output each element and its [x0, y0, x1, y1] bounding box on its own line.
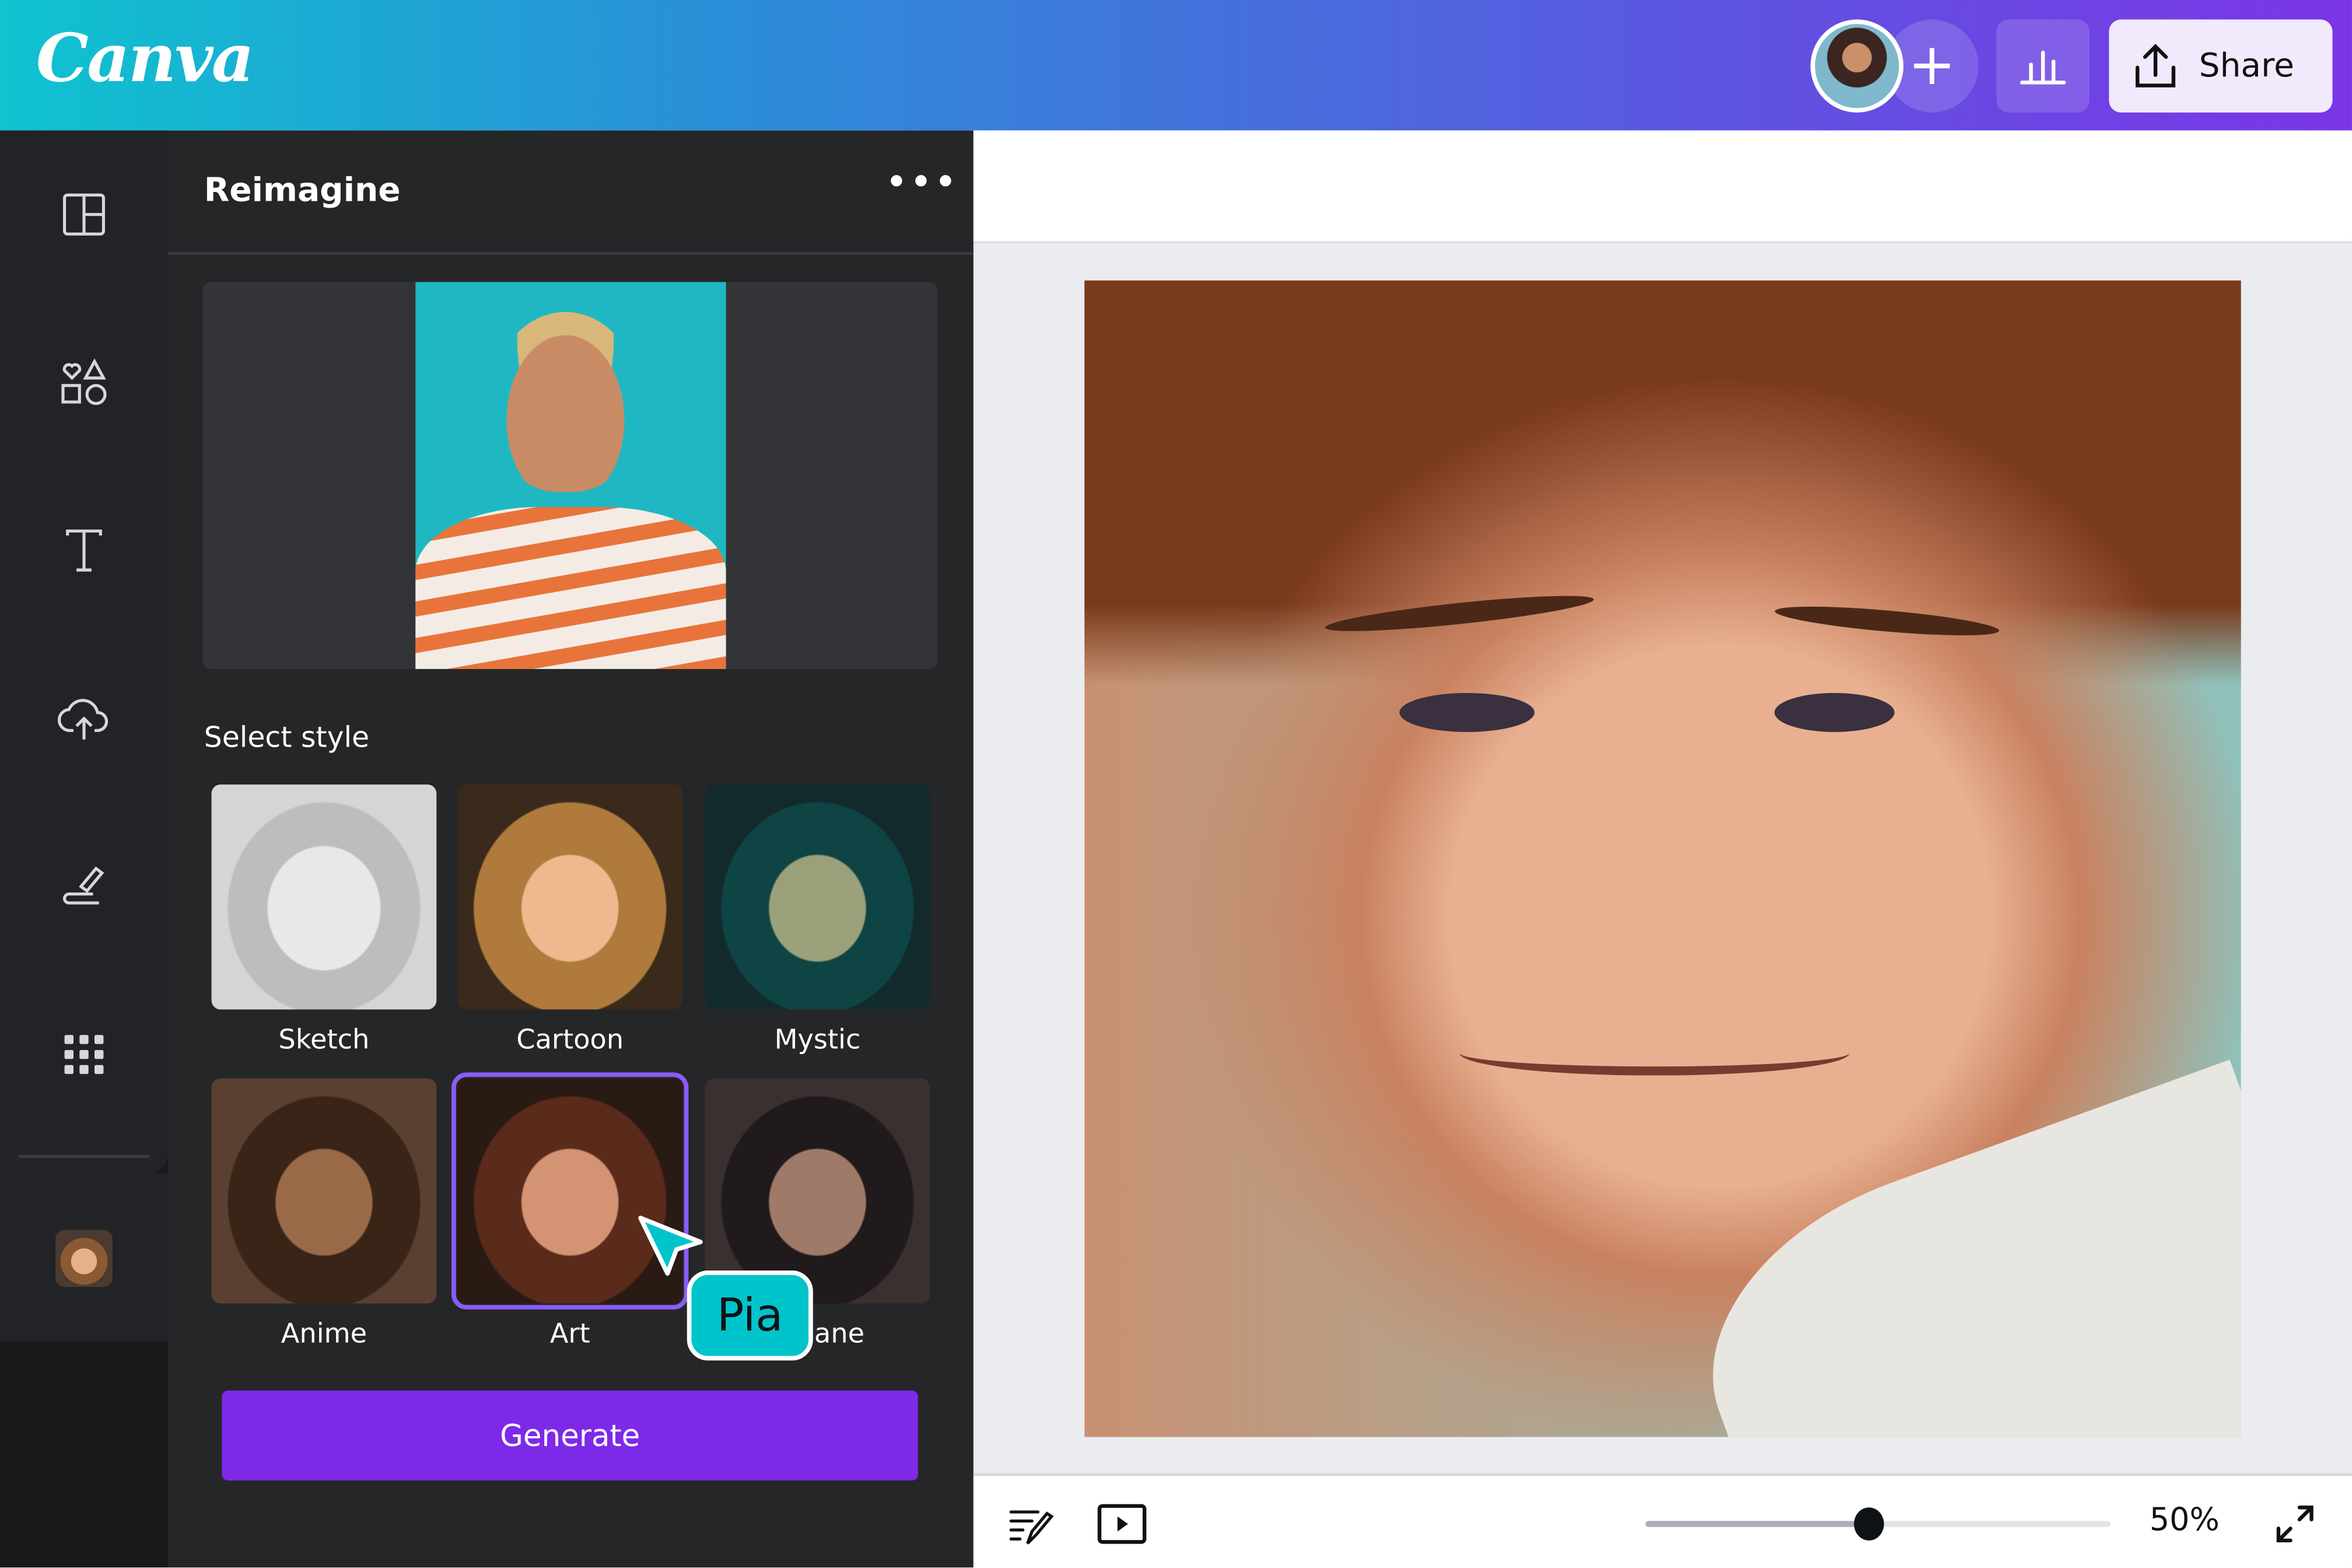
top-bar: Canva + Share	[0, 0, 2352, 131]
more-options-button[interactable]: •••	[885, 160, 958, 205]
text-icon[interactable]	[54, 520, 114, 580]
canvas-area: 50%	[973, 130, 2352, 1568]
style-thumbnail	[211, 1078, 437, 1304]
style-thumbnail	[705, 784, 930, 1010]
fullscreen-icon[interactable]	[2273, 1502, 2318, 1546]
plus-icon: +	[1908, 31, 1956, 98]
style-option-anime[interactable]: Anime	[211, 1078, 437, 1350]
source-photo	[415, 282, 726, 669]
apps-icon[interactable]	[54, 1024, 114, 1084]
collaborator-cursor-icon	[638, 1216, 703, 1276]
share-label: Share	[2199, 47, 2294, 85]
insights-button[interactable]	[1996, 19, 2090, 113]
generated-artwork[interactable]	[1084, 280, 2241, 1437]
source-image-preview	[202, 282, 938, 669]
style-label: Mystic	[774, 1024, 861, 1056]
select-style-heading: Select style	[204, 721, 370, 755]
style-thumbnail	[457, 784, 682, 1010]
upload-icon	[2136, 44, 2176, 88]
rail-menu	[0, 130, 168, 1175]
style-label: Anime	[281, 1318, 368, 1350]
canvas-toolbar	[973, 130, 2352, 243]
panel-divider	[167, 251, 974, 256]
zoom-slider-fill	[1645, 1521, 1869, 1527]
present-icon[interactable]	[1097, 1502, 1147, 1546]
canva-editor: Canva + Share Reimagine ••• Select style…	[0, 0, 2352, 1568]
zoom-slider-handle[interactable]	[1853, 1507, 1884, 1541]
elements-icon[interactable]	[54, 352, 114, 412]
style-label: Cartoon	[516, 1024, 624, 1056]
style-option-sketch[interactable]: Sketch	[211, 784, 437, 1056]
style-option-cartoon[interactable]: Cartoon	[457, 784, 682, 1056]
style-label: Art	[550, 1318, 590, 1350]
panel-title: Reimagine	[204, 172, 401, 210]
bottom-bar: 50%	[973, 1473, 2352, 1568]
notes-icon[interactable]	[1006, 1502, 1054, 1549]
rail-item-reimagine[interactable]	[0, 1172, 168, 1341]
style-option-mystic[interactable]: Mystic	[705, 784, 930, 1056]
style-label: Sketch	[278, 1024, 370, 1056]
style-thumbnail	[705, 1078, 930, 1304]
reimagine-panel: Reimagine ••• Select style Sketch Cartoo…	[167, 130, 974, 1568]
collaborator-tag: Pia	[687, 1270, 813, 1361]
zoom-level[interactable]: 50%	[2150, 1502, 2220, 1538]
rail-divider	[18, 1154, 150, 1158]
user-avatar[interactable]	[1810, 19, 1904, 113]
share-button[interactable]: Share	[2109, 19, 2333, 113]
app-avatar-icon	[55, 1230, 113, 1287]
side-rail	[0, 130, 168, 1568]
zoom-slider[interactable]	[1645, 1507, 2110, 1541]
upload-cloud-icon[interactable]	[54, 688, 114, 748]
layout-icon[interactable]	[54, 184, 114, 244]
draw-icon[interactable]	[54, 856, 114, 916]
bar-chart-icon	[2020, 50, 2066, 85]
generate-button[interactable]: Generate	[222, 1390, 918, 1480]
style-thumbnail	[211, 784, 437, 1010]
canva-logo[interactable]: Canva	[36, 21, 254, 97]
